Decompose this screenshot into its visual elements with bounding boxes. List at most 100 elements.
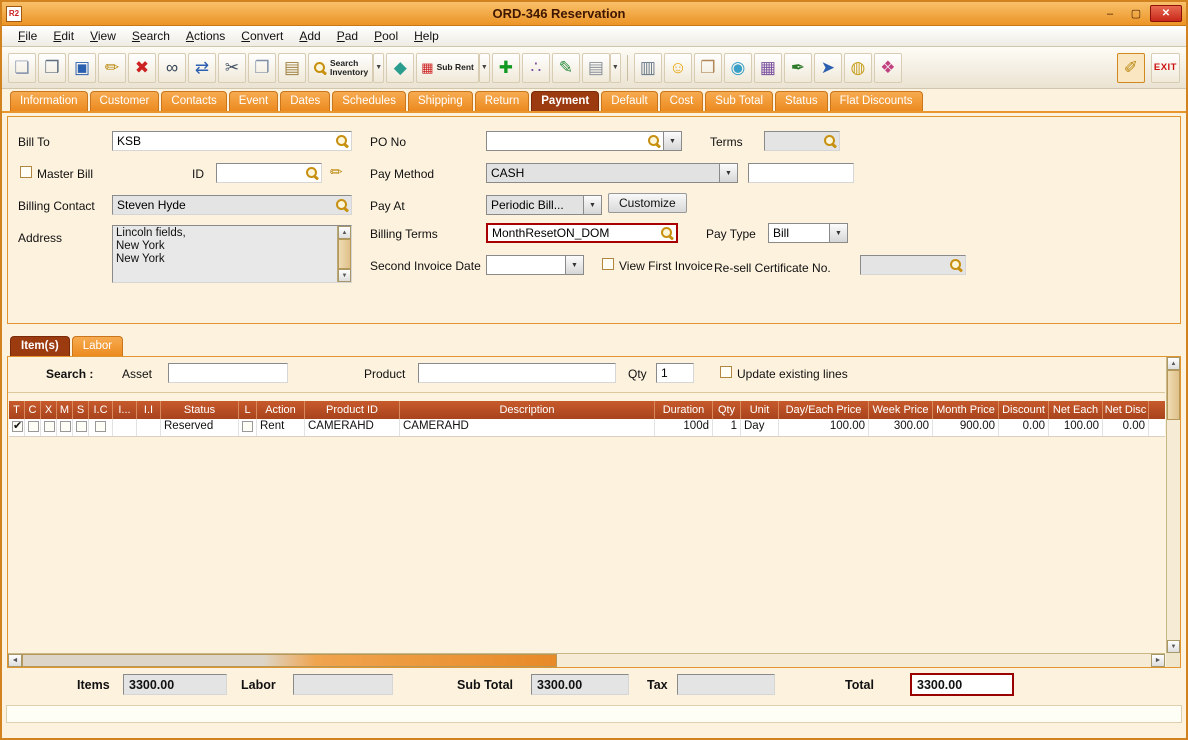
archive-stack-dropdown[interactable]: ▼ (610, 53, 621, 83)
save-button[interactable]: ▣ (68, 53, 96, 83)
update-existing-lines-checkbox[interactable] (720, 366, 732, 378)
disc-button[interactable]: ◉ (724, 53, 752, 83)
add-plus-button[interactable]: ✚ (492, 53, 520, 83)
tab-cost[interactable]: Cost (660, 91, 704, 111)
column-header-i[interactable]: I... (113, 401, 137, 419)
search-inventory-button[interactable]: SearchInventory (308, 53, 373, 83)
column-header-month-price[interactable]: Month Price (933, 401, 999, 419)
second-invoice-date-combo[interactable]: ▼ (486, 255, 584, 275)
menu-add[interactable]: Add (291, 27, 328, 45)
cell-net-disc[interactable]: 0.00 (1103, 419, 1149, 436)
column-header-discount[interactable]: Discount (999, 401, 1049, 419)
cell-action[interactable]: Rent (257, 419, 305, 436)
cell-duration[interactable]: 100d (655, 419, 713, 436)
cell-net-each[interactable]: 100.00 (1049, 419, 1103, 436)
terms-search-icon[interactable] (823, 134, 837, 148)
tab-schedules[interactable]: Schedules (332, 91, 406, 111)
menu-actions[interactable]: Actions (178, 27, 233, 45)
column-header-s[interactable]: S (73, 401, 89, 419)
tab-flat-discounts[interactable]: Flat Discounts (830, 91, 923, 111)
cell-l[interactable] (239, 419, 257, 436)
note-edit-button[interactable]: ✎ (552, 53, 580, 83)
po-no-dropdown-icon[interactable]: ▼ (664, 131, 682, 151)
colored-cubes-button[interactable]: ▦ (754, 53, 782, 83)
tab-shipping[interactable]: Shipping (408, 91, 473, 111)
cell-m[interactable] (57, 419, 73, 436)
menu-convert[interactable]: Convert (233, 27, 291, 45)
pay-type-dropdown-icon[interactable]: ▼ (830, 223, 848, 243)
view-first-invoice-checkbox[interactable] (602, 258, 614, 270)
items-tab-item-s[interactable]: Item(s) (10, 336, 70, 356)
po-no-search-icon[interactable] (647, 134, 661, 148)
hscroll-thumb[interactable] (22, 654, 557, 667)
column-header-product-id[interactable]: Product ID (305, 401, 400, 419)
minimize-button[interactable]: – (1098, 5, 1122, 22)
menu-file[interactable]: File (10, 27, 45, 45)
tab-status[interactable]: Status (775, 91, 828, 111)
column-header-action[interactable]: Action (257, 401, 305, 419)
menu-search[interactable]: Search (124, 27, 178, 45)
tab-return[interactable]: Return (475, 91, 530, 111)
tab-customer[interactable]: Customer (90, 91, 160, 111)
qty-input[interactable]: 1 (656, 363, 694, 383)
cell-month-price[interactable]: 900.00 (933, 419, 999, 436)
column-header-i-c[interactable]: I.C (89, 401, 113, 419)
cell-day-each-price[interactable]: 100.00 (779, 419, 869, 436)
column-header-week-price[interactable]: Week Price (869, 401, 933, 419)
pay-method-combo[interactable]: CASH ▼ (486, 163, 738, 183)
coins-button[interactable]: ◍ (844, 53, 872, 83)
tab-default[interactable]: Default (601, 91, 657, 111)
sub-rent-dropdown[interactable]: ▼ (479, 53, 490, 83)
pay-type-combo[interactable]: Bill ▼ (768, 223, 848, 243)
search-inventory-dropdown[interactable]: ▼ (373, 53, 384, 83)
tab-event[interactable]: Event (229, 91, 278, 111)
horizontal-scrollbar[interactable]: ◄ ► (8, 653, 1165, 667)
cell-i-i[interactable] (137, 419, 161, 436)
menu-pool[interactable]: Pool (366, 27, 406, 45)
product-search-input[interactable] (418, 363, 616, 383)
billing-contact-search-icon[interactable] (335, 198, 349, 212)
cell-t[interactable] (9, 419, 25, 436)
scroll-left-icon[interactable]: ◄ (8, 654, 22, 667)
format-brush-button[interactable]: ✐ (1117, 53, 1145, 83)
column-header-unit[interactable]: Unit (741, 401, 779, 419)
table-row[interactable]: ReservedRentCAMERAHDCAMERAHD100d1Day100.… (9, 419, 1165, 437)
cell-week-price[interactable]: 300.00 (869, 419, 933, 436)
column-header-net-disc[interactable]: Net Disc (1103, 401, 1149, 419)
column-header-status[interactable]: Status (161, 401, 239, 419)
column-header-c[interactable]: C (25, 401, 41, 419)
cell-qty[interactable]: 1 (713, 419, 741, 436)
column-header-description[interactable]: Description (400, 401, 655, 419)
tab-information[interactable]: Information (10, 91, 88, 111)
circles-cluster-button[interactable]: ∴ (522, 53, 550, 83)
scroll-thumb[interactable] (338, 239, 351, 269)
cut-scissors-button[interactable]: ✂ (218, 53, 246, 83)
cell-c[interactable] (25, 419, 41, 436)
tab-sub-total[interactable]: Sub Total (705, 91, 773, 111)
row-checkbox[interactable] (12, 421, 23, 432)
cell-x[interactable] (41, 419, 57, 436)
exchange-document-button[interactable]: ⇄ (188, 53, 216, 83)
column-header-l[interactable]: L (239, 401, 257, 419)
print-button[interactable]: ❒ (38, 53, 66, 83)
scroll-up-icon[interactable]: ▲ (1167, 357, 1180, 370)
cell-product-id[interactable]: CAMERAHD (305, 419, 400, 436)
bill-to-field[interactable]: KSB (112, 131, 352, 151)
shapes-3d-button[interactable]: ◆ (386, 53, 414, 83)
id-field[interactable] (216, 163, 322, 183)
column-header-qty[interactable]: Qty (713, 401, 741, 419)
smiley-button[interactable]: ☺ (664, 53, 692, 83)
cell-s[interactable] (73, 419, 89, 436)
row-checkbox[interactable] (44, 421, 55, 432)
billing-terms-search-icon[interactable] (660, 226, 674, 240)
row-checkbox[interactable] (76, 421, 87, 432)
menu-pad[interactable]: Pad (329, 27, 366, 45)
sub-rent-button[interactable]: ▦Sub Rent (416, 53, 479, 83)
row-checkbox[interactable] (242, 421, 253, 432)
pay-at-dropdown-icon[interactable]: ▼ (584, 195, 602, 215)
second-invoice-dropdown-icon[interactable]: ▼ (566, 255, 584, 275)
vertical-scrollbar[interactable]: ▲ ▼ (1166, 357, 1180, 653)
pay-method-dropdown-icon[interactable]: ▼ (720, 163, 738, 183)
cell-status[interactable]: Reserved (161, 419, 239, 436)
column-header-x[interactable]: X (41, 401, 57, 419)
